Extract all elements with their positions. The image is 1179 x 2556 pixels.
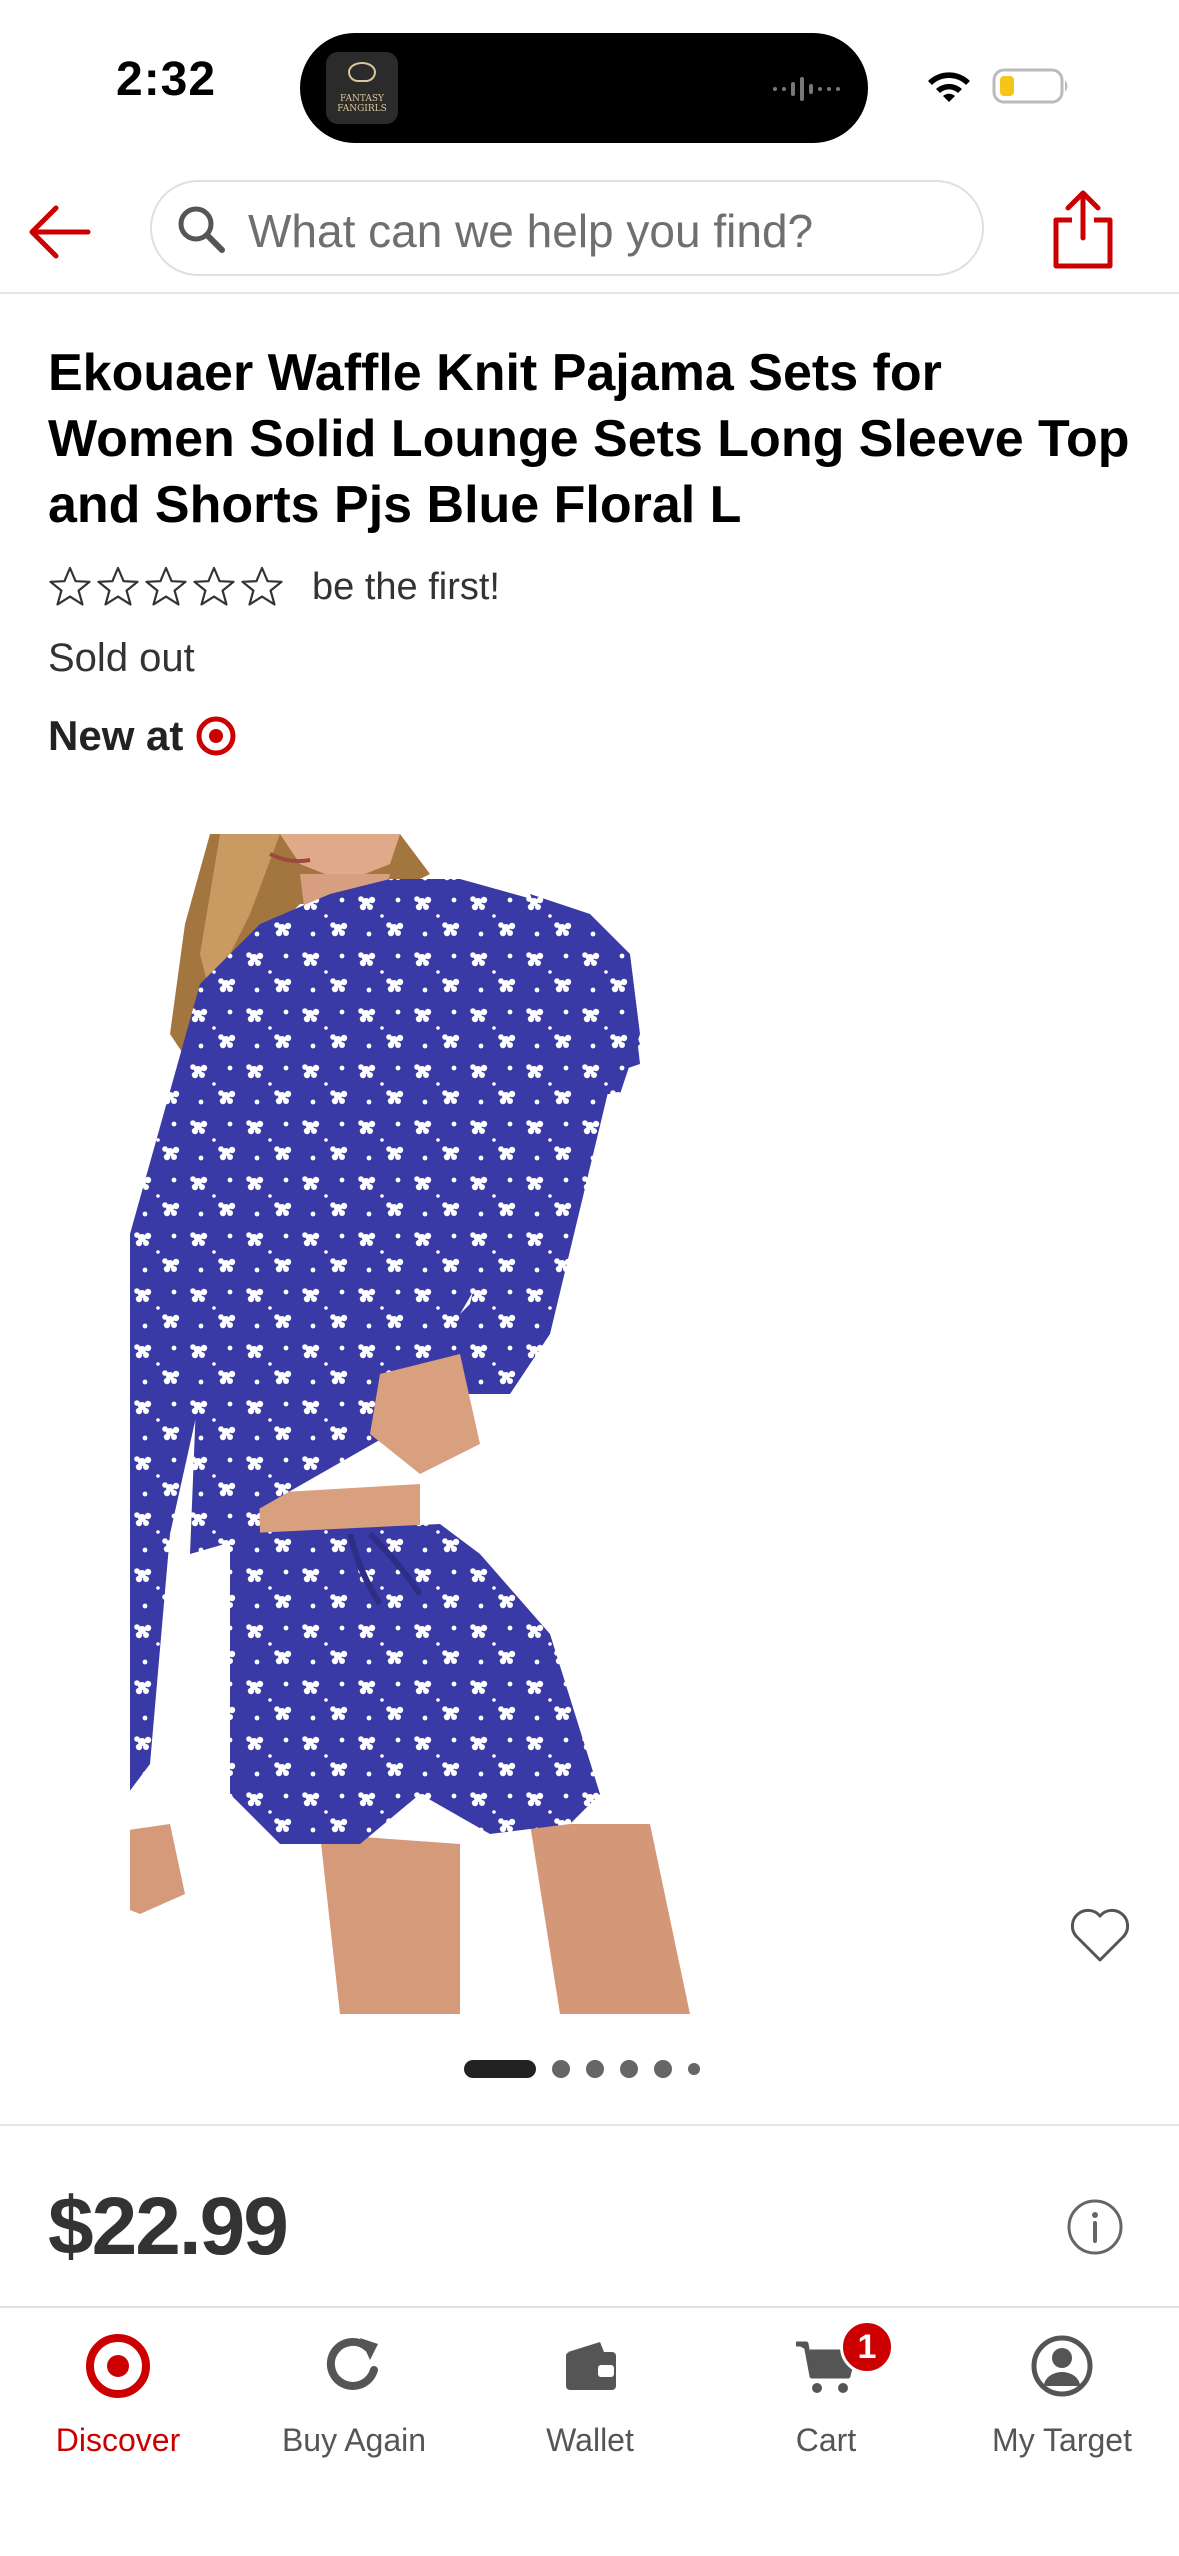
cart-count-badge: 1	[840, 2320, 894, 2374]
profile-icon	[1031, 2335, 1093, 2397]
wallet-icon	[566, 2342, 616, 2390]
header: What can we help you find?	[0, 170, 1179, 294]
product-image[interactable]	[130, 834, 870, 2014]
bottom-nav: Discover Buy Again Wallet 1 Cart My Targ…	[0, 2306, 1179, 2556]
nav-label: Buy Again	[281, 2422, 427, 2458]
target-bullseye-icon	[196, 716, 236, 756]
audio-waveform-icon	[773, 77, 840, 101]
status-bar: 2:32 FANTASY FANGIRLS	[0, 0, 1179, 170]
back-arrow-icon[interactable]	[22, 194, 98, 270]
status-time: 2:32	[116, 53, 217, 106]
nav-label: Cart	[795, 2422, 857, 2458]
divider	[0, 2124, 1179, 2126]
nav-item-wallet[interactable]: Wallet	[472, 2332, 708, 2472]
nav-label: Wallet	[546, 2422, 634, 2458]
search-placeholder: What can we help you find?	[248, 205, 814, 257]
star-empty-icon	[49, 566, 91, 606]
rating-row[interactable]: be the first!	[48, 558, 500, 616]
carousel-dot[interactable]	[620, 2060, 638, 2078]
product-title: Ekouaer Waffle Knit Pajama Sets for Wome…	[48, 344, 1130, 534]
nav-item-cart[interactable]: 1 Cart	[708, 2320, 944, 2472]
search-icon	[178, 206, 225, 253]
image-carousel-dots[interactable]	[464, 2060, 700, 2078]
rating-stars	[48, 565, 284, 609]
bullseye-icon	[86, 2334, 150, 2398]
share-icon[interactable]	[1048, 186, 1118, 272]
product-price: $22.99	[48, 2181, 289, 2272]
new-at-label: New at	[48, 712, 184, 759]
search-input[interactable]: What can we help you find?	[150, 180, 984, 276]
nav-item-discover[interactable]: Discover	[0, 2332, 236, 2472]
nav-label: My Target	[992, 2422, 1132, 2458]
thumbnail-text: FANTASY FANGIRLS	[337, 94, 387, 114]
battery-icon	[992, 68, 1068, 104]
wifi-icon	[928, 72, 970, 102]
carousel-dot[interactable]	[654, 2060, 672, 2078]
rating-text[interactable]: be the first!	[312, 566, 500, 609]
carousel-dot[interactable]	[552, 2060, 570, 2078]
carousel-dot[interactable]	[586, 2060, 604, 2078]
new-at-badge: New at	[48, 712, 237, 760]
dynamic-island[interactable]: FANTASY FANGIRLS	[300, 33, 868, 143]
now-playing-thumbnail: FANTASY FANGIRLS	[326, 52, 398, 124]
nav-item-buy-again[interactable]: Buy Again	[236, 2332, 472, 2472]
star-empty-icon	[241, 566, 283, 606]
favorite-heart-icon[interactable]	[1066, 1900, 1134, 1968]
refresh-icon	[326, 2338, 378, 2390]
info-icon[interactable]	[1066, 2198, 1124, 2256]
carousel-dot[interactable]	[688, 2063, 700, 2075]
carousel-dot-active[interactable]	[464, 2060, 536, 2078]
nav-item-my-target[interactable]: My Target	[944, 2332, 1179, 2472]
availability-status: Sold out	[48, 636, 195, 680]
star-empty-icon	[193, 566, 235, 606]
star-empty-icon	[145, 566, 187, 606]
star-empty-icon	[97, 566, 139, 606]
nav-label: Discover	[55, 2422, 181, 2458]
